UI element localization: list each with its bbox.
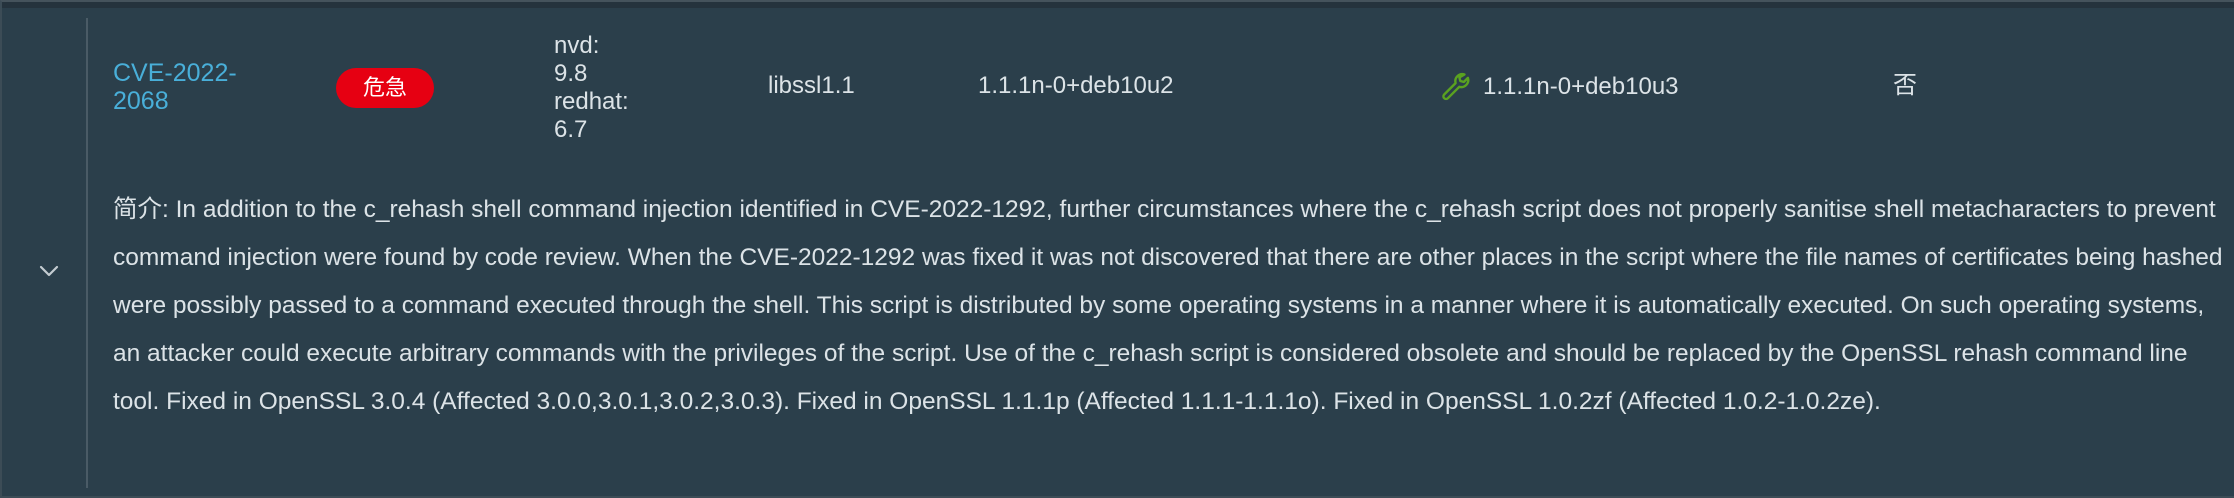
score-source-redhat: redhat: (554, 88, 629, 115)
vulnerability-row-expanded: CVE-2022-2068 危急 nvd: 9.8 redhat: 6.7 li… (0, 0, 2234, 498)
severity-badge: 危急 (336, 68, 434, 108)
table-top-border (2, 2, 2234, 8)
score-source-nvd: nvd: (554, 32, 600, 59)
row-expander-cell[interactable] (2, 18, 88, 488)
vulnerability-description: 简介: In addition to the c_rehash shell co… (113, 196, 2223, 415)
fixed-version-cell: 1.1.1n-0+deb10u3 (1439, 70, 1679, 104)
score-value-nvd: 9.8 (554, 60, 588, 87)
fixed-version: 1.1.1n-0+deb10u3 (1483, 73, 1679, 100)
flag-value: 否 (1893, 72, 1917, 99)
installed-version: 1.1.1n-0+deb10u2 (978, 72, 1174, 99)
score-list: nvd: 9.8 redhat: 6.7 (554, 32, 674, 144)
cve-id-link[interactable]: CVE-2022-2068 (113, 59, 253, 115)
wrench-icon (1442, 72, 1470, 101)
package-name: libssl1.1 (768, 72, 855, 99)
chevron-down-icon[interactable] (38, 260, 60, 282)
score-value-redhat: 6.7 (554, 116, 588, 143)
